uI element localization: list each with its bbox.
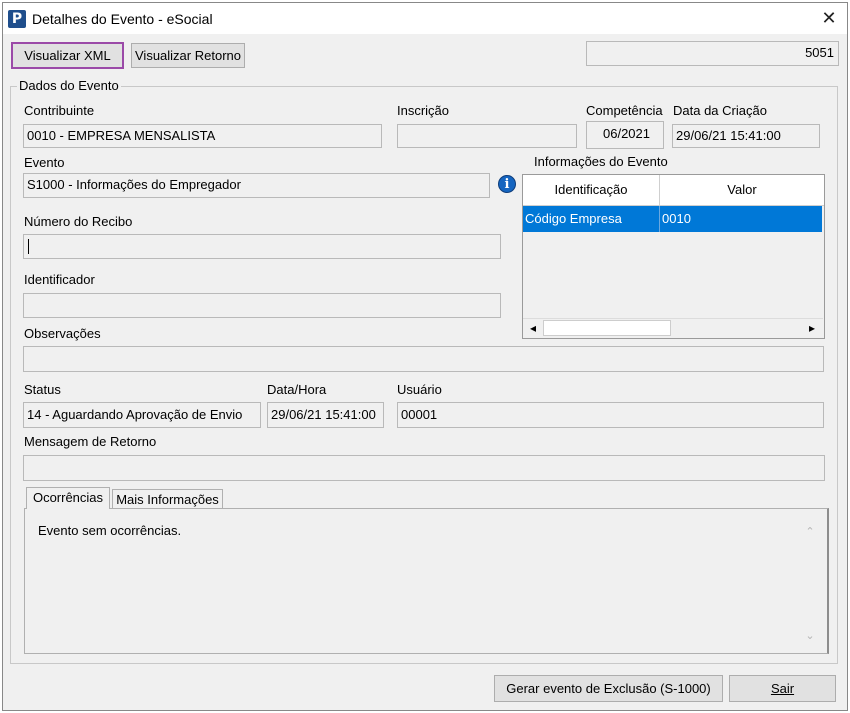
info-icon[interactable]: i (498, 175, 516, 193)
data-criacao-label: Data da Criação (673, 103, 767, 118)
tab-mais-informacoes[interactable]: Mais Informações (112, 489, 223, 509)
data-criacao-field: 29/06/21 15:41:00 (672, 124, 820, 148)
tab-ocorrencias[interactable]: Ocorrências (26, 487, 110, 509)
contribuinte-field: 0010 - EMPRESA MENSALISTA (23, 124, 382, 148)
visualizar-xml-button[interactable]: Visualizar XML (11, 42, 124, 69)
identificador-field (23, 293, 501, 318)
ocorrencias-text: Evento sem ocorrências. (38, 523, 182, 538)
status-field: 14 - Aguardando Aprovação de Envio (23, 402, 261, 428)
text-cursor (28, 239, 29, 254)
evento-label: Evento (24, 155, 65, 170)
usuario-field: 00001 (397, 402, 824, 428)
grid-header-valor[interactable]: Valor (660, 175, 824, 206)
grid-cell-valor[interactable]: 0010 (660, 206, 822, 232)
inscricao-label: Inscrição (397, 103, 450, 118)
competencia-label: Competência (586, 103, 663, 118)
grid-scroll-thumb[interactable] (543, 320, 671, 336)
usuario-label: Usuário (397, 382, 442, 397)
sair-button[interactable]: Sair (729, 675, 836, 702)
close-icon[interactable]: ✕ (818, 8, 840, 30)
scroll-up-icon[interactable]: ⌃ (804, 526, 816, 538)
informacoes-evento-label: Informações do Evento (534, 154, 668, 169)
observacoes-field (23, 346, 824, 372)
visualizar-retorno-button[interactable]: Visualizar Retorno (131, 43, 245, 68)
contribuinte-label: Contribuinte (24, 103, 95, 118)
scroll-down-icon[interactable]: ⌄ (804, 630, 816, 642)
mensagem-retorno-label: Mensagem de Retorno (24, 434, 157, 449)
numero-recibo-field[interactable] (23, 234, 501, 259)
scroll-left-icon[interactable]: ◂ (524, 319, 542, 337)
dados-do-evento-legend: Dados do Evento (17, 78, 121, 93)
competencia-field: 06/2021 (586, 121, 664, 149)
app-logo-icon: P (8, 10, 26, 28)
data-hora-field: 29/06/21 15:41:00 (267, 402, 384, 428)
mensagem-retorno-field (23, 455, 825, 481)
identificador-label: Identificador (24, 272, 95, 287)
data-hora-label: Data/Hora (267, 382, 327, 397)
gerar-exclusao-button[interactable]: Gerar evento de Exclusão (S-1000) (494, 675, 723, 702)
window-title: Detalhes do Evento - eSocial (32, 11, 213, 27)
grid-cell-identificacao[interactable]: Código Empresa (523, 206, 660, 232)
record-id-field: 5051 (586, 41, 839, 66)
numero-recibo-label: Número do Recibo (24, 214, 133, 229)
grid-header-identificacao[interactable]: Identificação (523, 175, 660, 206)
observacoes-label: Observações (24, 326, 101, 341)
evento-field: S1000 - Informações do Empregador (23, 173, 490, 198)
scroll-right-icon[interactable]: ▸ (803, 319, 821, 337)
status-label: Status (24, 382, 61, 397)
inscricao-field (397, 124, 577, 148)
